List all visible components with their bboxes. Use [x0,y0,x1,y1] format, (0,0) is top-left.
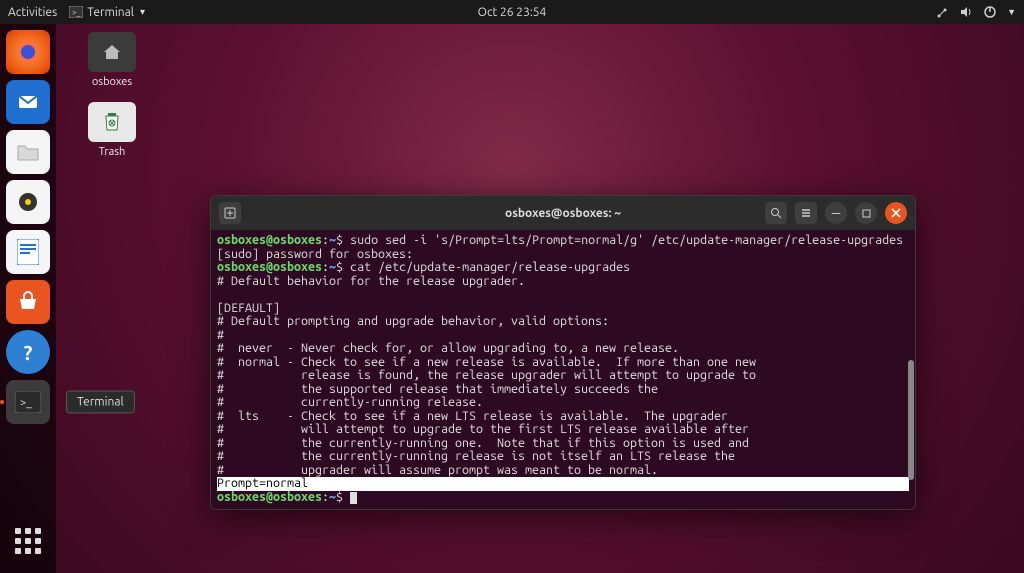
out-line: # the supported release that immediately… [217,382,658,396]
prompt-path: ~ [329,490,336,504]
dock: ? >_ Terminal [0,24,56,573]
chevron-down-icon[interactable]: ▼ [1007,7,1016,17]
out-line: # upgrader will assume prompt was meant … [217,463,658,477]
prompt-sep: : [322,233,329,247]
app-menu[interactable]: >_ Terminal [69,6,145,19]
prompt-sep: : [322,490,329,504]
dock-libreoffice-writer[interactable] [6,230,50,274]
prompt-char: $ [336,490,343,504]
prompt-char: $ [336,260,343,274]
out-line: # normal - Check to see if a new release… [217,355,756,369]
dock-tooltip: Terminal [66,391,135,414]
svg-text:>_: >_ [20,397,32,409]
dock-terminal[interactable]: >_ Terminal [6,380,50,424]
prompt-user: osboxes@osboxes [217,233,322,247]
app-menu-label: Terminal [87,6,134,19]
cmd-1: sudo sed -i 's/Prompt=lts/Prompt=normal/… [343,233,903,247]
out-line: # the currently-running one. Note that i… [217,436,749,450]
close-button[interactable] [885,202,907,224]
dock-rhythmbox[interactable] [6,180,50,224]
out-line: [DEFAULT] [217,301,280,315]
maximize-button[interactable] [855,202,877,224]
search-button[interactable] [765,202,787,224]
out-line: # lts - Check to see if a new LTS releas… [217,409,728,423]
out-line: # currently-running release. [217,395,483,409]
prompt-user: osboxes@osboxes [217,260,322,274]
desktop-home-label: osboxes [76,76,148,88]
out-line: # [217,328,224,342]
terminal-icon: >_ [69,6,83,18]
clock[interactable]: Oct 26 23:54 [478,6,547,19]
prompt-sep: : [322,260,329,274]
prompt-char: $ [336,233,343,247]
dock-help[interactable]: ? [6,330,50,374]
prompt-path: ~ [329,233,336,247]
trash-icon [88,102,136,142]
terminal-title: osboxes@osboxes: ~ [505,207,621,220]
dock-files[interactable] [6,130,50,174]
desktop-home-folder[interactable]: osboxes [76,32,148,88]
minimize-button[interactable]: ─ [825,202,847,224]
terminal-body[interactable]: osboxes@osboxes:~$ sudo sed -i 's/Prompt… [211,230,915,509]
highlighted-line: Prompt=normal [217,477,909,491]
desktop-trash[interactable]: Trash [76,102,148,158]
show-applications[interactable] [6,519,50,563]
cursor [350,492,357,504]
dock-software[interactable] [6,280,50,324]
cmd-2: cat /etc/update-manager/release-upgrades [343,260,630,274]
svg-text:>_: >_ [72,8,81,17]
new-tab-button[interactable] [219,202,241,224]
out-line: # will attempt to upgrade to the first L… [217,422,749,436]
out-line: # never - Never check for, or allow upgr… [217,341,679,355]
dock-thunderbird[interactable] [6,80,50,124]
scrollbar-thumb[interactable] [908,360,914,480]
power-icon[interactable] [983,5,997,19]
terminal-titlebar[interactable]: osboxes@osboxes: ~ ─ [211,196,915,230]
prompt-user: osboxes@osboxes [217,490,322,504]
out-line: # release is found, the release upgrader… [217,368,756,382]
network-icon[interactable] [935,5,949,19]
scrollbar[interactable] [907,230,915,509]
out-line: [sudo] password for osboxes: [217,247,413,261]
prompt-path: ~ [329,260,336,274]
top-bar: Activities >_ Terminal Oct 26 23:54 ▼ [0,0,1024,24]
activities-button[interactable]: Activities [8,6,57,19]
volume-icon[interactable] [959,5,973,19]
terminal-window: osboxes@osboxes: ~ ─ osboxes@osboxes:~$ … [210,195,916,510]
out-line: # the currently-running release is not i… [217,449,735,463]
desktop-trash-label: Trash [76,146,148,158]
home-icon [88,32,136,72]
out-line: # Default behavior for the release upgra… [217,274,525,288]
menu-button[interactable] [795,202,817,224]
out-line: # Default prompting and upgrade behavior… [217,314,609,328]
dock-firefox[interactable] [6,30,50,74]
